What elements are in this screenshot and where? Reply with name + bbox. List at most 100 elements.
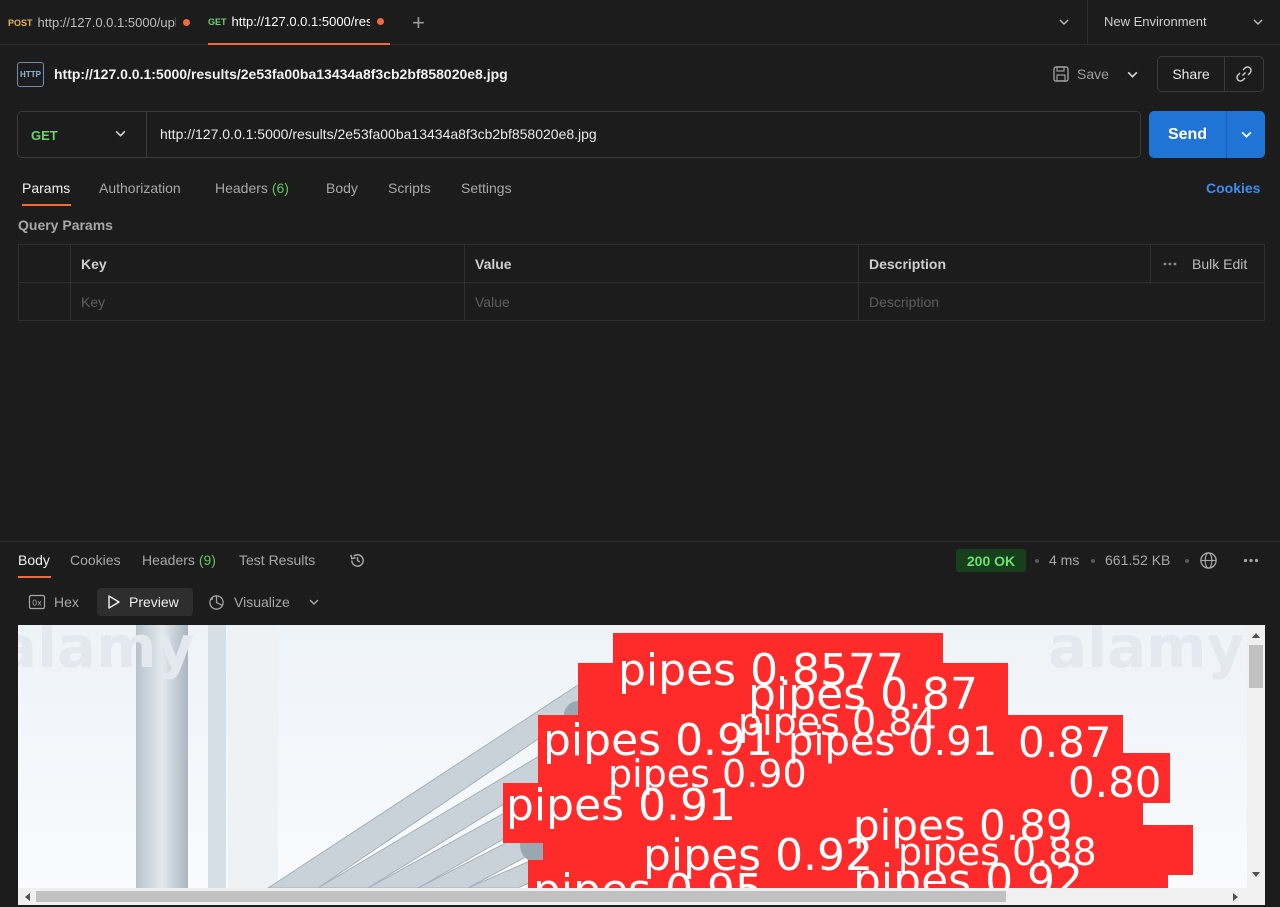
globe-icon[interactable] — [1199, 551, 1218, 570]
separator-dot — [1035, 559, 1039, 563]
watermark-text: alamy — [18, 625, 194, 681]
save-icon[interactable] — [1052, 65, 1070, 83]
share-button-group: Share — [1157, 56, 1264, 92]
method-value: GET — [31, 128, 58, 143]
visualize-view-button[interactable]: Visualize — [197, 588, 300, 616]
bulk-edit-button[interactable]: Bulk Edit — [1192, 256, 1247, 272]
column-key: Key — [71, 245, 465, 283]
preview-label: Preview — [129, 594, 179, 610]
visualize-chevron-down-icon[interactable] — [308, 596, 320, 608]
scrollbar-thumb[interactable] — [36, 891, 1006, 902]
checkbox-column — [19, 245, 71, 283]
http-icon-text: HTTP — [20, 70, 41, 79]
tab-body[interactable]: Body — [326, 180, 358, 196]
key-input[interactable]: Key — [71, 283, 465, 321]
separator-dot — [1185, 559, 1189, 563]
table-row: Key Value Description — [19, 283, 1264, 321]
tab-scripts[interactable]: Scripts — [388, 180, 431, 196]
response-headers-count: (9) — [198, 552, 216, 568]
tab-headers-label: Headers — [215, 180, 268, 196]
visualize-label: Visualize — [234, 594, 290, 610]
method-chevron-down-icon — [115, 130, 126, 137]
tab-headers[interactable]: Headers (6) — [215, 180, 289, 196]
send-button-group: Send — [1149, 111, 1265, 158]
headers-count: (6) — [271, 180, 289, 196]
new-tab-plus-icon[interactable]: + — [412, 10, 425, 36]
divider — [1087, 0, 1088, 45]
query-params-title: Query Params — [18, 217, 113, 233]
history-icon[interactable] — [348, 551, 367, 570]
tab-url: http://127.0.0.1:5000/results — [231, 14, 370, 29]
environment-chevron-down-icon[interactable] — [1252, 16, 1264, 28]
more-options-icon[interactable] — [1243, 558, 1259, 563]
tab-settings[interactable]: Settings — [461, 180, 512, 196]
horizontal-scrollbar[interactable] — [18, 888, 1265, 905]
query-params-table: Key Value Description Bulk Edit Key Valu… — [18, 244, 1265, 321]
http-request-icon: HTTP — [17, 62, 44, 87]
scroll-up-arrow-icon[interactable] — [1251, 631, 1261, 639]
active-tab-indicator — [18, 576, 51, 578]
separator-dot — [1091, 559, 1095, 563]
tabs-dropdown-chevron-icon[interactable] — [1058, 16, 1070, 28]
active-tab-indicator — [22, 204, 71, 206]
svg-text:0x: 0x — [32, 599, 42, 608]
tab-post-request[interactable]: POST http://127.0.0.1:5000/upload — [8, 0, 198, 45]
divider — [0, 541, 1280, 542]
response-tab-headers[interactable]: Headers (9) — [142, 552, 216, 568]
response-tab-cookies[interactable]: Cookies — [70, 552, 121, 568]
hex-view-button[interactable]: 0x Hex — [18, 588, 89, 616]
response-headers-label: Headers — [142, 552, 195, 568]
response-size[interactable]: 661.52 KB — [1105, 552, 1170, 568]
scrollbar-thumb[interactable] — [1249, 645, 1263, 688]
copy-link-icon[interactable] — [1225, 57, 1263, 91]
scroll-right-arrow-icon[interactable] — [1232, 892, 1240, 902]
tab-get-request[interactable]: GET http://127.0.0.1:5000/results — [208, 0, 390, 45]
hex-label: Hex — [54, 594, 79, 610]
detection-label: pipes 0.91 — [788, 719, 997, 765]
environment-selector[interactable]: New Environment — [1104, 14, 1207, 29]
scroll-left-arrow-icon[interactable] — [23, 892, 31, 902]
send-options-chevron-icon[interactable] — [1227, 111, 1265, 158]
column-description: Description — [859, 245, 1151, 283]
status-badge[interactable]: 200 OK — [956, 549, 1026, 572]
table-header-row: Key Value Description Bulk Edit — [19, 245, 1264, 283]
url-bar: GET http://127.0.0.1:5000/results/2e53fa… — [17, 111, 1141, 158]
tab-method: GET — [208, 16, 227, 27]
tab-bar: POST http://127.0.0.1:5000/upload GET ht… — [0, 0, 1280, 45]
cookies-link[interactable]: Cookies — [1206, 180, 1260, 196]
tab-params[interactable]: Params — [22, 180, 70, 196]
save-button[interactable]: Save — [1077, 66, 1109, 82]
response-time[interactable]: 4 ms — [1049, 552, 1079, 568]
tab-authorization[interactable]: Authorization — [99, 180, 181, 196]
url-input[interactable]: http://127.0.0.1:5000/results/2e53fa00ba… — [160, 126, 597, 142]
image-preview: alamy alamy pipes 0.8577 pipes 0.87 pipe… — [18, 625, 1247, 888]
share-button[interactable]: Share — [1158, 57, 1225, 91]
row-checkbox-cell — [19, 283, 71, 321]
method-select[interactable]: GET — [18, 112, 147, 157]
tab-url: http://127.0.0.1:5000/upload — [37, 15, 176, 30]
value-input[interactable]: Value — [465, 283, 859, 321]
scroll-down-arrow-icon[interactable] — [1251, 871, 1261, 879]
detection-label: 0.80 — [1068, 758, 1162, 807]
detection-label: pipes 0.95 — [533, 865, 763, 888]
request-title[interactable]: http://127.0.0.1:5000/results/2e53fa00ba… — [54, 66, 508, 82]
tab-method: POST — [8, 17, 33, 28]
detection-result-image: alamy alamy pipes 0.8577 pipes 0.87 pipe… — [18, 625, 1247, 888]
unsaved-dot-icon — [376, 18, 384, 25]
hex-icon: 0x — [28, 594, 46, 610]
response-tab-body[interactable]: Body — [18, 552, 50, 568]
preview-view-button[interactable]: Preview — [97, 588, 193, 616]
unsaved-dot-icon — [182, 19, 190, 26]
vertical-scrollbar[interactable] — [1247, 625, 1265, 888]
response-tab-test-results[interactable]: Test Results — [239, 552, 315, 568]
detection-label: pipes 0.92 — [853, 855, 1083, 888]
more-options-icon[interactable] — [1163, 262, 1177, 266]
save-options-chevron-icon[interactable] — [1126, 68, 1139, 81]
detection-label: pipes 0.91 — [506, 780, 736, 831]
column-value: Value — [465, 245, 859, 283]
send-button[interactable]: Send — [1149, 111, 1227, 158]
visualize-icon — [209, 594, 224, 610]
play-icon — [108, 595, 120, 609]
watermark-text: alamy — [1048, 625, 1244, 681]
description-input[interactable]: Description — [859, 283, 1264, 321]
